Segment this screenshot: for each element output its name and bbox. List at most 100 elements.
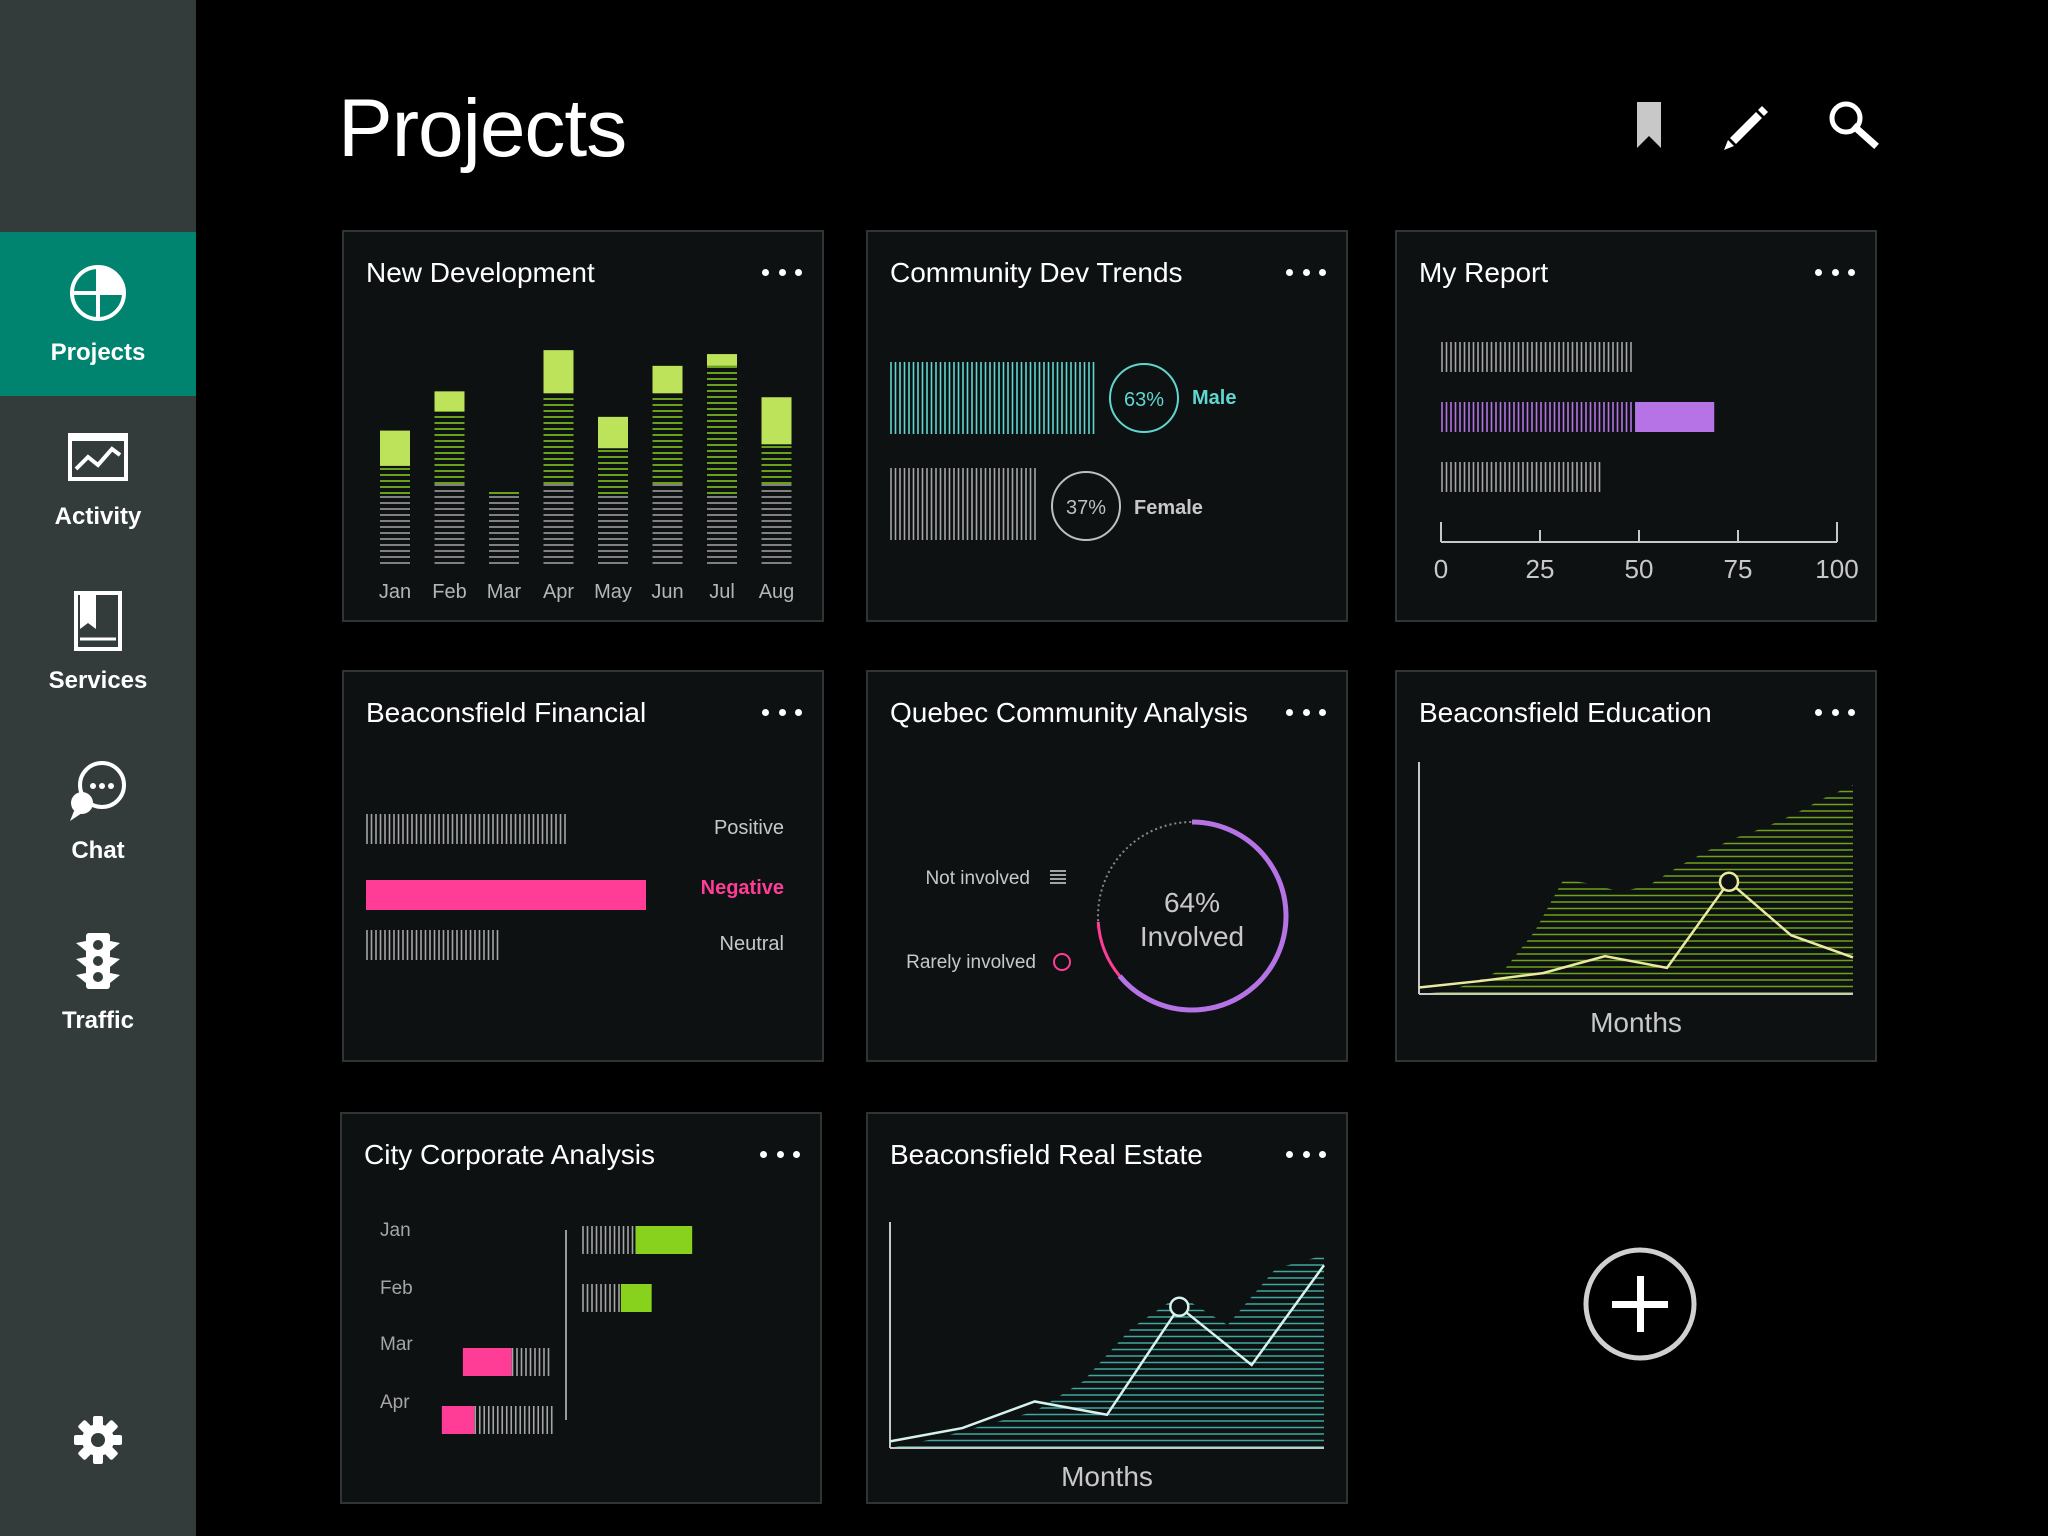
report-bar-stripes: [1441, 342, 1632, 372]
bar-stripes: [474, 1406, 553, 1434]
category-label: Negative: [701, 877, 784, 899]
sidebar-item-label: Services: [48, 667, 148, 694]
bar-stripes-gray: [543, 484, 574, 564]
bar-segment: [761, 397, 792, 445]
legend-label: Not involved: [925, 868, 1030, 889]
legend-label: Rarely involved: [906, 952, 1036, 973]
bar-negative: [441, 1406, 475, 1434]
new-development-chart: Jan Feb Mar Apr May Jun Jul Aug: [379, 350, 795, 603]
x-tick-label: 50: [1625, 554, 1654, 584]
card-quebec-community-analysis[interactable]: Quebec Community Analysis 64% Involved Not…: [866, 670, 1348, 1062]
x-tick-label: Feb: [432, 581, 466, 603]
bar-stripes-green: [652, 398, 683, 484]
peak-marker: [1718, 871, 1740, 892]
community-dev-trends-chart: 63% Male 37% Female: [890, 362, 1236, 541]
category-label: Feb: [380, 1278, 413, 1299]
bookmark-icon[interactable]: [1622, 98, 1676, 152]
bar-stripes: [582, 1284, 620, 1312]
x-tick-label: 75: [1724, 554, 1753, 584]
bar-stripes-gray: [761, 484, 792, 564]
report-bar-segment: [1635, 402, 1715, 432]
bar-stripes-gray: [380, 496, 410, 564]
pencil-icon[interactable]: [1720, 98, 1774, 152]
sidebar-item-label: Projects: [50, 339, 146, 366]
bar-segment: [598, 416, 628, 449]
card-beaconsfield-real-estate[interactable]: Beaconsfield Real Estate Months: [866, 1112, 1348, 1504]
x-tick-label: 100: [1815, 554, 1858, 584]
x-tick-label: Mar: [487, 581, 522, 603]
category-label: Jan: [380, 1220, 411, 1241]
activity-chart-icon: [68, 433, 128, 481]
my-report-chart: 0 25 50 75 100: [1434, 342, 1859, 584]
card-new-development[interactable]: New Development Jan Feb Mar Apr May Jun Jul Aug: [342, 230, 824, 622]
x-tick-label: Aug: [759, 581, 795, 603]
bar-stripes-gray: [652, 484, 683, 564]
x-tick-label: 0: [1434, 554, 1448, 584]
traffic-light-icon: [76, 933, 120, 989]
category-label: Mar: [380, 1334, 413, 1355]
bar-stripes-gray: [489, 496, 519, 564]
bar-positive: [635, 1226, 693, 1254]
bar-stripes-gray: [707, 496, 737, 564]
gear-icon[interactable]: [72, 1414, 124, 1466]
bar-stripes: [582, 1226, 634, 1254]
sidebar-item-label: Activity: [54, 503, 142, 530]
x-tick-label: Jun: [651, 581, 683, 603]
peak-marker: [1169, 1296, 1190, 1318]
card-community-dev-trends[interactable]: Community Dev Trends 63% Male 37% Female: [866, 230, 1348, 622]
bar-stripes-green: [543, 398, 574, 484]
beaconsfield-financial-chart: Positive Negative Neutral: [366, 814, 784, 960]
bar-stripes-green: [761, 446, 792, 484]
sidebar-item-services[interactable]: Services: [0, 560, 196, 724]
card-my-report[interactable]: My Report 0 25 50 75 100: [1395, 230, 1877, 622]
bar-stripes: [511, 1348, 550, 1376]
legend-swatch-not-involved: [1050, 870, 1066, 884]
sidebar-item-label: Chat: [71, 837, 125, 864]
bar-negative: [462, 1348, 512, 1376]
category-label: Positive: [714, 817, 784, 839]
bar-positive: [620, 1284, 652, 1312]
book-icon: [74, 591, 122, 651]
page-title: Projects: [338, 83, 627, 174]
bar-stripes-green: [598, 450, 628, 494]
x-axis-label: Months: [1061, 1461, 1153, 1492]
bar-stripes-gray: [434, 484, 465, 564]
plus-circle-icon[interactable]: [1582, 1246, 1698, 1362]
card-beaconsfield-financial[interactable]: Beaconsfield Financial Positive Negative N…: [342, 670, 824, 1062]
sidebar: Projects Activity Services Chat Traffic: [0, 0, 196, 1536]
sidebar-item-chat[interactable]: Chat: [0, 730, 196, 894]
category-label: Female: [1134, 497, 1203, 519]
bar-stripes-gray: [598, 496, 628, 564]
x-tick-label: Apr: [543, 581, 574, 603]
bar-positive: [366, 814, 566, 844]
bar-segment: [652, 365, 683, 394]
sidebar-item-projects[interactable]: Projects: [0, 232, 196, 396]
legend-swatch-rarely-involved: [1053, 953, 1071, 971]
chat-bubbles-icon: [70, 761, 126, 821]
search-icon[interactable]: [1826, 98, 1880, 152]
bar-negative: [366, 880, 646, 910]
city-corporate-chart: Jan Feb Mar Apr: [380, 1220, 693, 1434]
beaconsfield-real-estate-chart: Months: [889, 1222, 1326, 1492]
x-tick-label: Jul: [709, 581, 735, 603]
bar-stripes-green: [380, 468, 410, 494]
pie-chart-icon: [70, 265, 126, 321]
category-label: Male: [1192, 387, 1236, 409]
sidebar-item-traffic[interactable]: Traffic: [0, 900, 196, 1064]
ring-rarely-involved: [1096, 921, 1121, 977]
sidebar-item-label: Traffic: [61, 1007, 135, 1034]
beaconsfield-education-chart: Months: [1418, 762, 1854, 1038]
data-label: 63%: [1124, 389, 1164, 411]
center-value: 64%: [1164, 887, 1220, 918]
sidebar-item-activity[interactable]: Activity: [0, 396, 196, 560]
bar-neutral: [366, 930, 499, 960]
card-city-corporate-analysis[interactable]: City Corporate Analysis Jan Feb Mar Apr: [340, 1112, 822, 1504]
center-label: Involved: [1140, 921, 1244, 952]
bar-stripes-green: [434, 410, 465, 484]
card-beaconsfield-education[interactable]: Beaconsfield Education Months: [1395, 670, 1877, 1062]
x-axis-label: Months: [1590, 1007, 1682, 1038]
data-label: 37%: [1066, 497, 1106, 519]
bar-stripes-green: [707, 366, 737, 494]
bar-male: [890, 362, 1095, 434]
x-tick-label: 25: [1526, 554, 1555, 584]
